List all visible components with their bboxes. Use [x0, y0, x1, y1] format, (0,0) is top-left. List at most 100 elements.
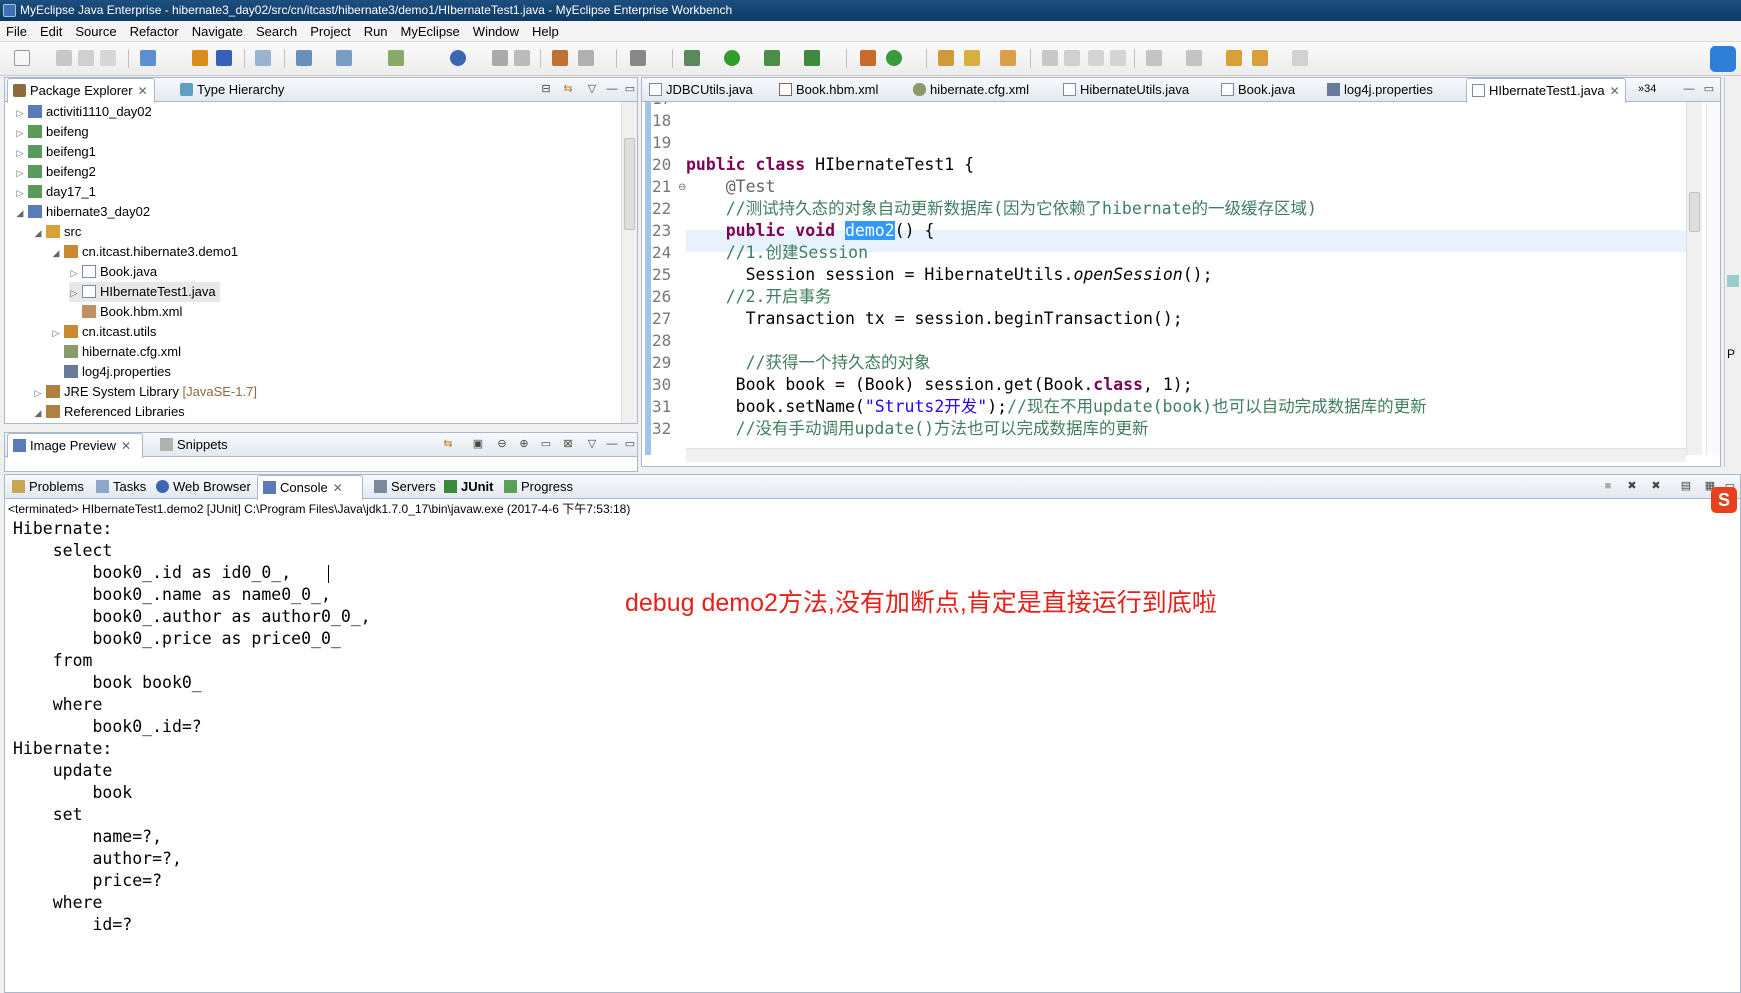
save-all-icon[interactable] [78, 50, 94, 66]
tab-tasks[interactable]: Tasks [91, 475, 152, 499]
close-icon[interactable]: ✕ [333, 481, 343, 495]
code-area[interactable]: 17 18 19 20 21 22 23 24 25 26 27 28 29 3… [642, 102, 1702, 455]
tab-snippets[interactable]: Snippets [155, 433, 234, 457]
tab-type-hierarchy[interactable]: Type Hierarchy [175, 78, 290, 102]
remove-launch-icon[interactable]: ✖ [1625, 480, 1639, 492]
scrollbar-thumb[interactable] [624, 138, 635, 230]
tree-item-file[interactable]: hibernate.cfg.xml [64, 342, 181, 362]
tree-item-project[interactable]: ▷ beifeng1 [15, 142, 96, 162]
maximize-icon[interactable]: ▭ [1702, 83, 1716, 95]
close-icon[interactable]: ✕ [121, 439, 131, 453]
menu-search[interactable]: Search [256, 24, 297, 39]
tab-console[interactable]: Console ✕ [257, 475, 363, 500]
tab-jdbcutils[interactable]: JDBCUtils.java [644, 78, 759, 102]
terminal-icon[interactable] [630, 50, 646, 66]
next-annotation-icon[interactable] [1146, 50, 1162, 66]
menu-run[interactable]: Run [364, 24, 388, 39]
tab-hibernate-utils[interactable]: HibernateUtils.java [1058, 78, 1195, 102]
menu-window[interactable]: Window [473, 24, 519, 39]
open-folder-icon[interactable] [938, 50, 954, 66]
tree-item-file[interactable]: ▷ Book.java [69, 262, 158, 282]
minimize-icon[interactable]: — [1682, 83, 1696, 95]
cloud-icon[interactable] [1710, 46, 1736, 72]
deploy-icon[interactable] [216, 50, 232, 66]
tree-item-package[interactable]: ▷ cn.itcast.utils [51, 322, 157, 342]
tree-item-file[interactable]: log4j.properties [64, 362, 171, 382]
tab-image-preview[interactable]: Image Preview ✕ [7, 433, 143, 458]
actual-size-icon[interactable]: ▭ [539, 438, 553, 450]
new-icon[interactable] [14, 50, 30, 66]
run-history-icon[interactable] [764, 50, 780, 66]
zoom-out-icon[interactable]: ⊖ [495, 438, 509, 450]
tab-book-hbm[interactable]: Book.hbm.xml [774, 78, 884, 102]
new-class-icon[interactable] [860, 50, 876, 66]
link-editor-icon[interactable]: ⇆ [561, 83, 575, 95]
close-icon[interactable]: ✕ [138, 84, 148, 98]
tab-log4j[interactable]: log4j.properties [1322, 78, 1439, 102]
editor-horizontal-scrollbar[interactable] [686, 448, 1686, 462]
copy-icon[interactable] [514, 50, 530, 66]
menu-edit[interactable]: Edit [40, 24, 62, 39]
overview-ruler[interactable] [1706, 102, 1720, 455]
scrollbar-thumb[interactable] [1689, 192, 1700, 232]
terminate-icon[interactable]: ■ [1601, 480, 1615, 492]
highlight-icon[interactable] [1064, 50, 1080, 66]
editor-vertical-scrollbar[interactable] [1686, 102, 1702, 455]
tree-item-file-selected[interactable]: ▷ HIbernateTest1.java [69, 282, 220, 302]
server-icon[interactable] [255, 50, 271, 66]
menu-myeclipse[interactable]: MyEclipse [401, 24, 460, 39]
tree-item-project[interactable]: ▷ beifeng [15, 122, 89, 142]
refresh-icon[interactable] [886, 50, 902, 66]
tree-item-library[interactable]: ▷ JRE System Library [JavaSE-1.7] [33, 382, 257, 402]
tree-item-project[interactable]: ▷ activiti1110_day02 [15, 102, 152, 122]
maximize-icon[interactable]: ▭ [623, 83, 637, 95]
tab-progress[interactable]: Progress [499, 475, 579, 499]
zoom-in-icon[interactable]: ⊕ [517, 438, 531, 450]
tree-item-project[interactable]: ▷ day17_1 [15, 182, 96, 202]
tree-item-package[interactable]: ◢ cn.itcast.hibernate3.demo1 [51, 242, 239, 262]
tree-item-project[interactable]: ▷ beifeng2 [15, 162, 96, 182]
sync-icon[interactable]: ⇆ [441, 438, 455, 450]
menu-project[interactable]: Project [310, 24, 350, 39]
tab-junit[interactable]: JUnit [439, 475, 500, 499]
collapse-all-icon[interactable]: ⊟ [539, 83, 553, 95]
forward-icon[interactable] [1292, 50, 1308, 66]
minimize-icon[interactable]: — [605, 83, 619, 95]
globe-icon[interactable] [450, 50, 466, 66]
prev-annotation-icon[interactable] [1186, 50, 1202, 66]
new-web-project-icon[interactable] [140, 50, 156, 66]
tree-item-file[interactable]: Book.hbm.xml [82, 302, 182, 322]
tab-servers[interactable]: Servers [369, 475, 442, 499]
minimize-icon[interactable]: — [605, 438, 619, 450]
tree-item-folder[interactable]: ◢ src [33, 222, 82, 242]
debug-icon[interactable] [684, 50, 700, 66]
menu-help[interactable]: Help [532, 24, 559, 39]
db-icon[interactable] [578, 50, 594, 66]
remove-all-icon[interactable]: ✖ [1649, 480, 1663, 492]
search-icon[interactable] [336, 50, 352, 66]
trim-label[interactable]: P [1727, 347, 1735, 361]
edit-icon[interactable] [492, 50, 508, 66]
tab-overflow[interactable]: »34 [1636, 78, 1662, 102]
last-edit-icon[interactable] [1226, 50, 1242, 66]
build-icon[interactable] [388, 50, 404, 66]
browser-icon[interactable] [552, 50, 568, 66]
tab-hibernate-cfg[interactable]: hibernate.cfg.xml [908, 78, 1035, 102]
tab-hibernatetest1[interactable]: HIbernateTest1.java ✕ [1466, 78, 1626, 103]
tree-item-library[interactable]: ◢ Referenced Libraries [33, 402, 185, 422]
console-output[interactable]: Hibernate: select book0_.id as id0_0_, b… [5, 518, 1740, 992]
tab-package-explorer[interactable]: Package Explorer ✕ [7, 78, 155, 103]
tab-book-java[interactable]: Book.java [1216, 78, 1301, 102]
tab-problems[interactable]: Problems [7, 475, 90, 499]
save-icon[interactable] [56, 50, 72, 66]
view-menu-icon[interactable]: ▽ [585, 438, 599, 450]
fit-icon[interactable]: ▣ [471, 438, 485, 450]
fullscreen-icon[interactable]: ⊠ [561, 438, 575, 450]
package-explorer-scrollbar[interactable] [621, 102, 637, 423]
tab-web-browser[interactable]: Web Browser [151, 475, 257, 499]
open-type-icon[interactable] [296, 50, 312, 66]
sogou-input-icon[interactable]: S [1711, 487, 1737, 513]
pin-icon[interactable] [1042, 50, 1058, 66]
back-icon[interactable] [1252, 50, 1268, 66]
package-icon[interactable] [192, 50, 208, 66]
